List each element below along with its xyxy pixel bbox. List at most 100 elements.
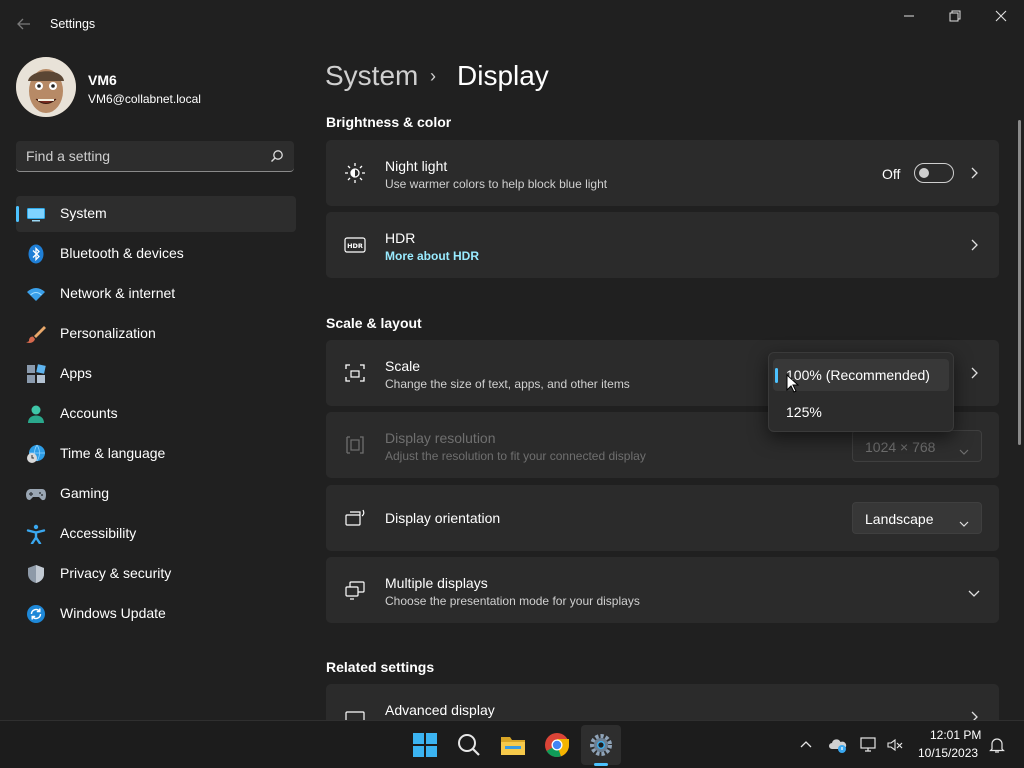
section-heading-brightness: Brightness & color [326,114,452,130]
update-icon [26,604,46,624]
active-indicator [16,206,19,222]
multiple-displays-subtitle: Choose the presentation mode for your di… [385,594,640,608]
chevron-right-icon [969,166,979,180]
chevron-up-icon[interactable] [797,736,815,754]
accessibility-icon [26,524,46,545]
restore-button[interactable] [932,0,978,32]
settings-icon[interactable] [588,732,614,758]
minimize-button[interactable] [886,0,932,32]
breadcrumb-separator: › [430,66,436,86]
sidebar-item-network[interactable]: Network & internet [16,276,296,312]
sidebar-item-apps[interactable]: Apps [16,356,296,392]
file-explorer-icon[interactable] [500,732,526,758]
network-icon[interactable] [860,736,878,754]
night-light-card[interactable]: Night light Use warmer colors to help bl… [326,140,999,206]
sidebar-item-bluetooth[interactable]: Bluetooth & devices [16,236,296,272]
sidebar-item-label: Time & language [60,445,166,461]
scale-title: Scale [385,358,421,374]
shield-icon [26,564,46,584]
toggle-knob [919,168,929,178]
scale-option-label: 125% [786,404,822,420]
section-heading-scale-layout: Scale & layout [326,315,422,331]
search-icon[interactable] [456,732,482,758]
orientation-icon [344,507,366,529]
brightness-icon [344,162,366,184]
chrome-icon[interactable] [544,732,570,758]
back-arrow-icon[interactable] [14,14,34,34]
breadcrumb-parent[interactable]: System [325,60,418,92]
wifi-icon [26,284,46,304]
resolution-title: Display resolution [385,430,496,446]
orientation-value: Landscape [865,511,934,527]
title-bar: Settings [0,0,1024,48]
page-title: Display [457,60,549,91]
orientation-dropdown[interactable]: Landscape [852,502,982,534]
night-light-state: Off [882,166,901,182]
scrollbar[interactable] [1018,120,1021,445]
sidebar-item-privacy[interactable]: Privacy & security [16,556,296,592]
search-box [16,141,294,172]
person-icon [26,404,46,424]
svg-text:HDR: HDR [347,242,363,250]
sidebar-item-windows-update[interactable]: Windows Update [16,596,296,632]
sidebar-item-label: Accessibility [60,525,137,541]
search-input[interactable] [16,141,256,171]
sidebar-item-system[interactable]: System [16,196,296,232]
hdr-icon: HDR [344,234,366,256]
resolution-dropdown: 1024 × 768 [852,430,982,462]
sidebar-item-gaming[interactable]: Gaming [16,476,296,512]
resolution-value: 1024 × 768 [865,439,936,455]
chevron-right-icon [969,366,979,380]
active-app-indicator [594,763,608,766]
sidebar-item-label: Bluetooth & devices [60,245,184,261]
onedrive-icon[interactable] [829,736,847,754]
sidebar-item-label: Apps [60,365,92,381]
sidebar-item-accounts[interactable]: Accounts [16,396,296,432]
resolution-icon [344,434,366,456]
clock-date[interactable]: 10/15/2023 [918,746,978,760]
hdr-link[interactable]: More about HDR [385,249,479,263]
scale-subtitle: Change the size of text, apps, and other… [385,377,630,391]
chevron-right-icon [969,238,979,252]
sidebar-item-label: Accounts [60,405,118,421]
resolution-subtitle: Adjust the resolution to fit your connec… [385,449,646,463]
sidebar-item-accessibility[interactable]: Accessibility [16,516,296,552]
start-icon[interactable] [412,732,438,758]
chevron-down-icon[interactable] [967,585,981,597]
hdr-card[interactable]: HDR HDR More about HDR [326,212,999,278]
sidebar-item-label: Privacy & security [60,565,172,581]
section-heading-related: Related settings [326,659,435,675]
display-orientation-card[interactable]: Display orientation Landscape [326,485,999,551]
search-icon[interactable] [270,149,284,163]
advanced-display-title: Advanced display [385,702,495,718]
globe-clock-icon [26,444,46,464]
night-light-title: Night light [385,158,448,174]
multiple-displays-card[interactable]: Multiple displays Choose the presentatio… [326,557,999,623]
close-button[interactable] [978,0,1024,32]
user-name: VM6 [88,72,117,88]
user-email: VM6@collabnet.local [88,92,201,106]
orientation-title: Display orientation [385,510,501,526]
night-light-subtitle: Use warmer colors to help block blue lig… [385,177,608,191]
scale-option-label: 100% (Recommended) [786,367,930,383]
clock-time[interactable]: 12:01 PM [930,728,981,742]
bluetooth-icon [26,244,46,264]
sidebar-item-label: Gaming [60,485,110,501]
sidebar-item-label: System [60,205,107,221]
chevron-down-icon [959,515,969,527]
app-title: Settings [50,17,96,31]
avatar[interactable] [16,57,76,117]
sidebar-item-personalization[interactable]: Personalization [16,316,296,352]
sidebar-item-label: Personalization [60,325,156,341]
scale-icon [344,362,366,384]
night-light-toggle[interactable] [914,163,954,183]
brush-icon [26,324,46,344]
volume-muted-icon[interactable] [886,736,904,754]
system-icon [26,204,46,224]
scale-option-125[interactable]: 125% [773,396,949,428]
taskbar: 12:01 PM 10/15/2023 [0,720,1024,768]
sidebar-item-time-language[interactable]: Time & language [16,436,296,472]
advanced-display-card[interactable]: Advanced display [326,684,999,725]
multiple-displays-icon [344,579,366,601]
notification-bell-icon[interactable] [988,736,1006,754]
